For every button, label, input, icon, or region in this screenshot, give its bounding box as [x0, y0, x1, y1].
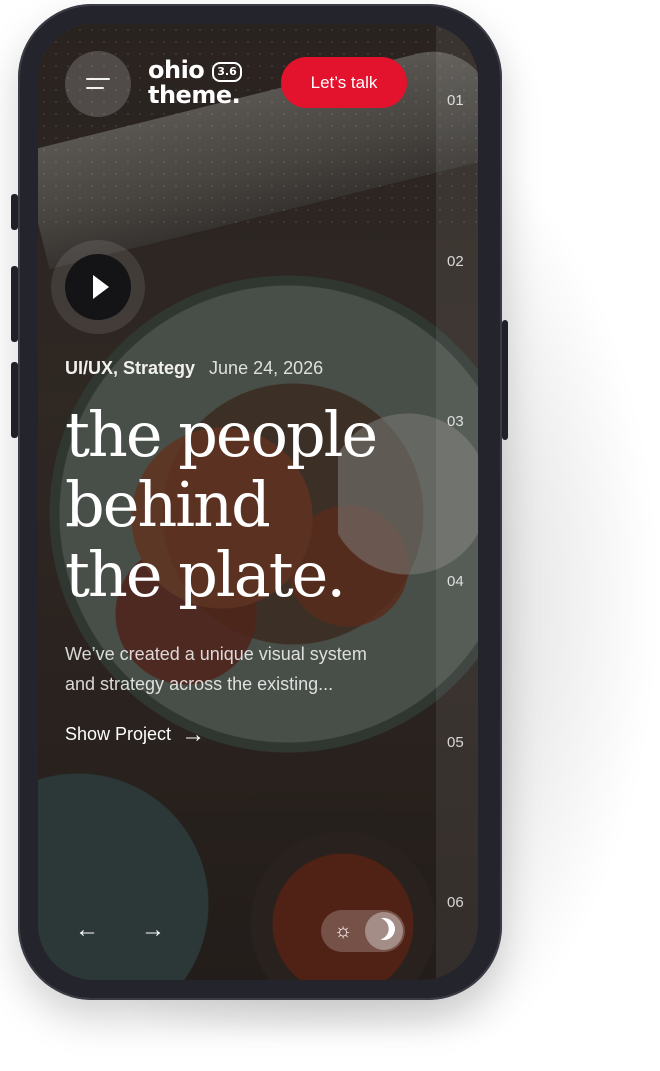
side-button-mute: [11, 194, 18, 230]
hamburger-icon-line: [86, 87, 104, 89]
play-button-inner: [65, 254, 131, 320]
hamburger-icon-line: [86, 78, 110, 80]
lets-talk-button[interactable]: Let’s talk: [281, 57, 407, 108]
sun-icon[interactable]: ☼: [330, 918, 356, 944]
arrow-right-icon: →: [141, 916, 165, 943]
project-title-line: the people: [65, 398, 378, 471]
show-project-label: Show Project: [65, 724, 172, 744]
logo-version-badge: 3.6: [212, 62, 242, 82]
arrow-right-icon: →: [181, 720, 206, 748]
project-categories[interactable]: UI/UX, Strategy: [65, 358, 195, 378]
slide-number-05[interactable]: 05: [447, 734, 464, 751]
project-title-line: behind: [65, 468, 271, 541]
slider-rail: [436, 24, 478, 980]
play-button[interactable]: [51, 240, 145, 334]
moon-icon: [370, 915, 398, 943]
logo-text-theme: theme.: [148, 81, 241, 109]
slide-number-01[interactable]: 01: [447, 92, 464, 109]
phone-screen: ohio 3.6 theme. Let’s talk 01 02 03 04 0…: [38, 24, 478, 980]
project-date: June 24, 2026: [209, 358, 324, 378]
slide-number-04[interactable]: 04: [447, 573, 464, 590]
side-button-volume-up: [11, 266, 18, 342]
slide-number-03[interactable]: 03: [447, 413, 464, 430]
slide-number-06[interactable]: 06: [447, 894, 464, 911]
arrow-left-icon: ←: [75, 916, 99, 943]
project-title-line: the plate.: [65, 538, 346, 611]
show-project-link[interactable]: Show Project →: [65, 720, 206, 748]
menu-button[interactable]: [65, 51, 131, 117]
project-title: the people behind the plate.: [65, 400, 435, 610]
play-icon: [93, 275, 109, 299]
prev-slide-button[interactable]: ←: [75, 918, 99, 942]
theme-toggle[interactable]: ☼: [321, 910, 405, 952]
side-button-volume-down: [11, 362, 18, 438]
logo-text-ohio: ohio: [148, 56, 205, 84]
project-description: We’ve created a unique visual system and…: [65, 644, 367, 694]
dark-mode-button[interactable]: [365, 912, 403, 950]
side-button-power: [502, 320, 508, 440]
next-slide-button[interactable]: →: [141, 918, 165, 942]
slide-number-02[interactable]: 02: [447, 253, 464, 270]
project-meta: UI/UX, Strategy June 24, 2026: [65, 358, 323, 379]
